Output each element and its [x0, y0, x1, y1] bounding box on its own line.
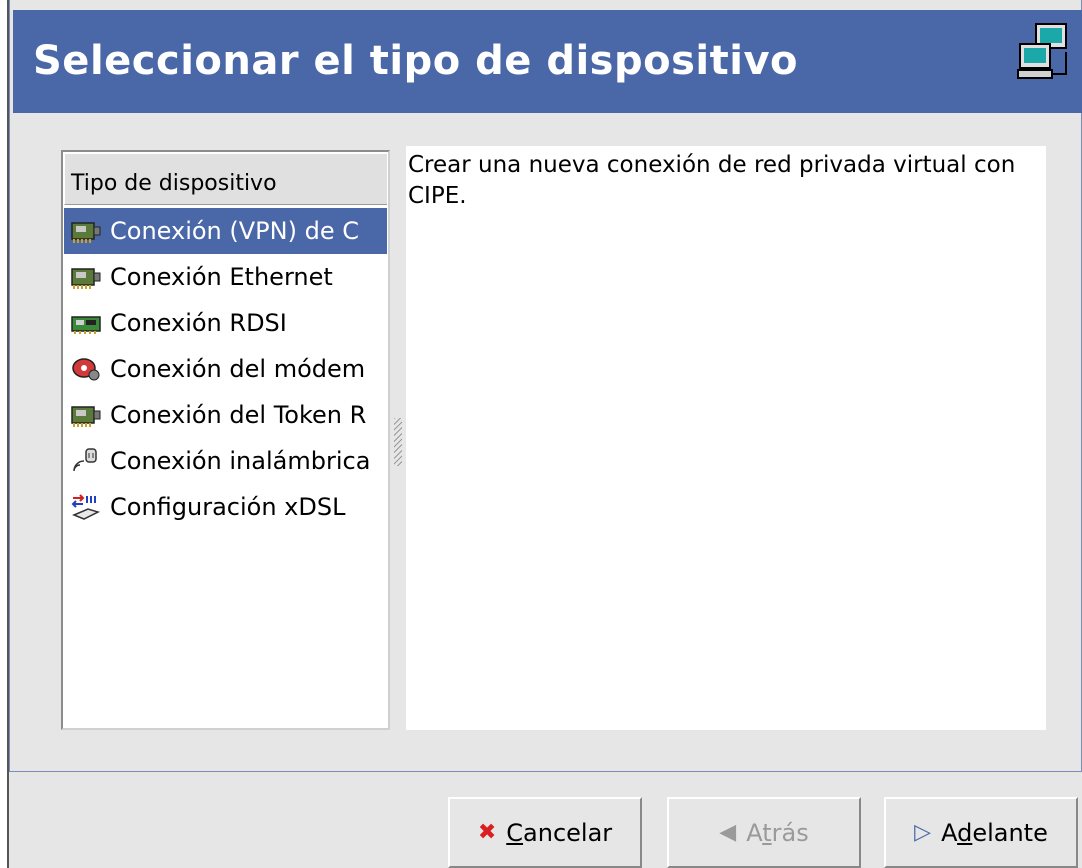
list-item-label: Conexión del Token R: [110, 401, 367, 429]
page-title: Seleccionar el tipo de dispositivo: [33, 38, 799, 84]
cancel-button[interactable]: ✖ Cancelar: [448, 797, 642, 868]
cancel-button-label: Cancelar: [506, 818, 613, 847]
network-card-icon: [71, 222, 101, 243]
back-button[interactable]: ◀ Atrás: [667, 797, 861, 868]
pane-splitter[interactable]: [390, 150, 406, 730]
list-item-xdsl[interactable]: Configuración xDSL: [64, 484, 387, 530]
header-banner: Seleccionar el tipo de dispositivo: [13, 10, 1082, 113]
window-edge: [0, 0, 9, 868]
description-text: Crear una nueva conexión de red privada …: [408, 152, 1016, 209]
modem-icon: [72, 358, 100, 381]
list-item-ethernet[interactable]: Conexión Ethernet: [64, 254, 387, 300]
back-button-label: Atrás: [746, 818, 809, 847]
list-item-vpn-cipe[interactable]: Conexión (VPN) de C: [64, 208, 387, 254]
device-type-list[interactable]: Tipo de dispositivo Conexión (VPN) de C …: [61, 150, 390, 730]
column-header-label: Tipo de dispositivo: [71, 171, 277, 196]
list-item-label: Conexión RDSI: [110, 309, 287, 337]
list-item-wireless[interactable]: Conexión inalámbrica: [64, 438, 387, 484]
list-item-token-ring[interactable]: Conexión del Token R: [64, 392, 387, 438]
list-item-label: Configuración xDSL: [110, 493, 346, 521]
list-item-label: Conexión inalámbrica: [110, 447, 371, 475]
description-panel: Crear una nueva conexión de red privada …: [406, 146, 1046, 730]
network-card-icon: [71, 406, 101, 427]
close-icon: ✖: [477, 820, 497, 845]
wireless-icon: [73, 448, 97, 472]
list-item-label: Conexión Ethernet: [110, 263, 333, 291]
list-item-isdn[interactable]: Conexión RDSI: [64, 300, 387, 346]
arrow-left-icon: ◀: [719, 820, 737, 845]
column-header-device-type[interactable]: Tipo de dispositivo: [64, 153, 387, 205]
list-item-modem[interactable]: Conexión del módem: [64, 346, 387, 392]
arrow-right-icon: ▷: [914, 820, 932, 845]
splitter-grip[interactable]: [394, 418, 402, 466]
list-item-label: Conexión (VPN) de C: [110, 217, 359, 245]
device-list-body: Conexión (VPN) de C Conexión Ethernet Co…: [64, 208, 387, 530]
forward-button[interactable]: ▷ Adelante: [884, 797, 1078, 868]
forward-button-label: Adelante: [941, 818, 1048, 847]
xdsl-icon: [71, 494, 101, 520]
list-item-label: Conexión del módem: [110, 355, 366, 383]
network-computers-icon: [1017, 23, 1067, 79]
network-card-icon: [71, 268, 101, 289]
isdn-card-icon: [71, 316, 101, 334]
